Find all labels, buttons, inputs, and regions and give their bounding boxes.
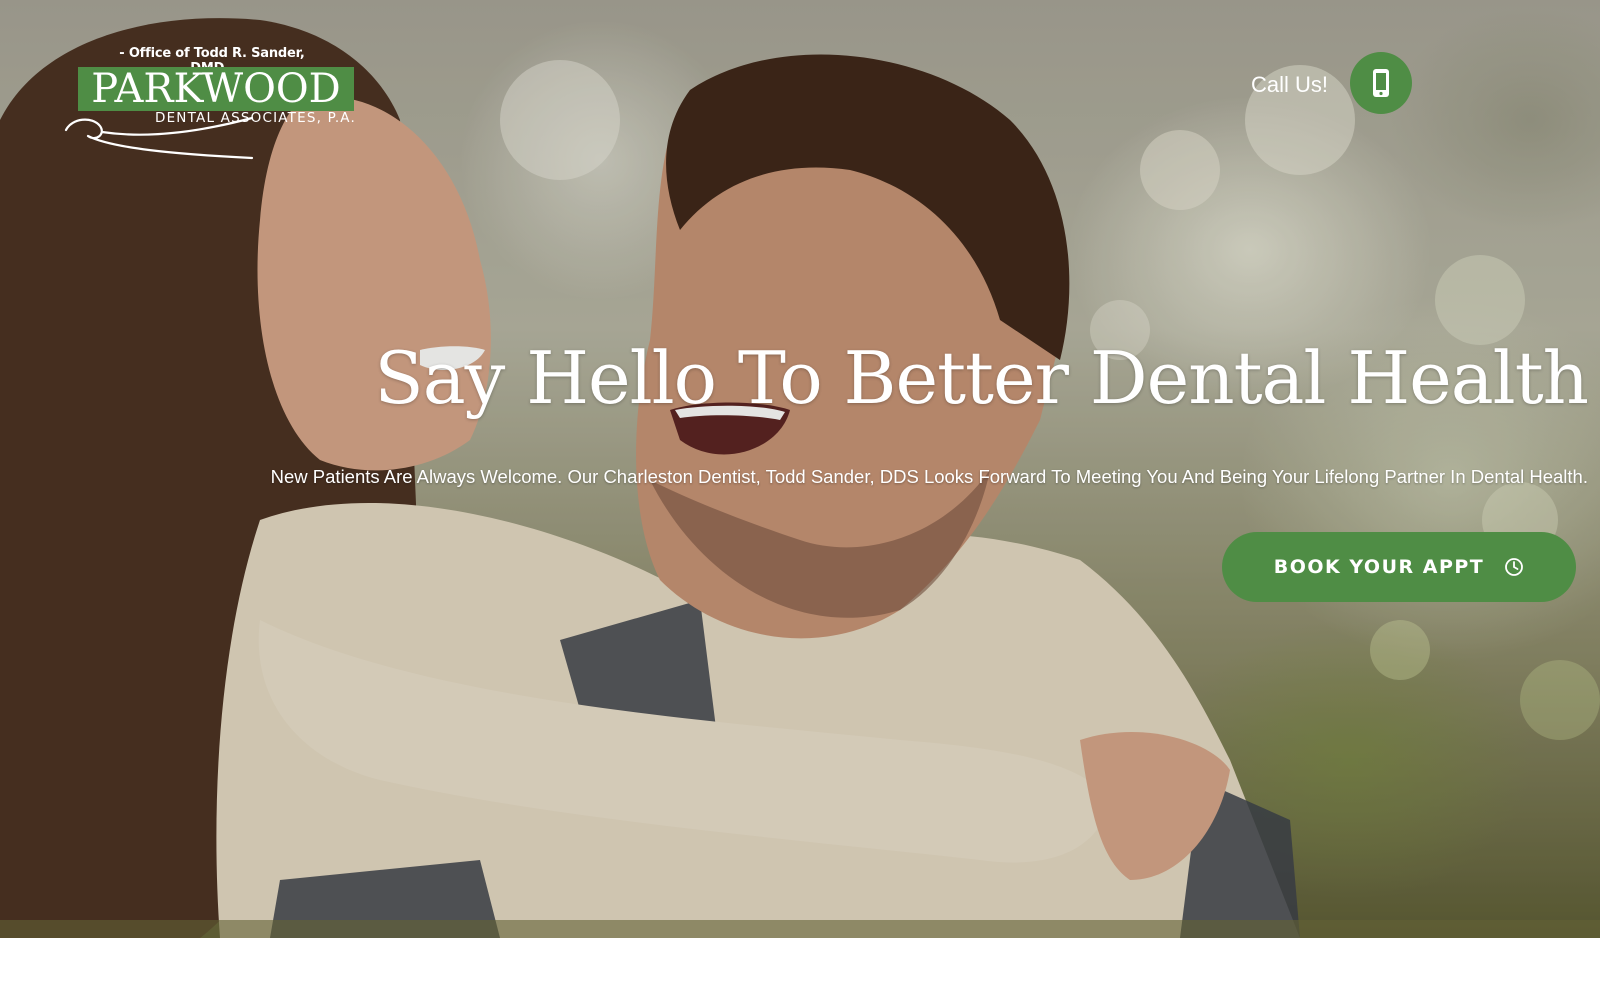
call-us-button[interactable] [1350,52,1412,114]
logo-swash-icon [64,116,254,160]
call-us-label[interactable]: Call Us! [1251,72,1328,98]
mobile-phone-icon [1373,69,1389,97]
hero-section: - Office of Todd R. Sander, DMD - PARKWO… [0,0,1600,938]
book-appointment-button[interactable]: BOOK YOUR APPT [1222,532,1576,602]
site-logo[interactable]: - Office of Todd R. Sander, DMD - PARKWO… [62,46,362,166]
logo-name: PARKWOOD [91,66,341,112]
hero-subheadline: New Patients Are Always Welcome. Our Cha… [270,466,1588,487]
clock-icon [1505,558,1524,576]
book-appointment-label: BOOK YOUR APPT [1273,556,1485,578]
hero-headline: Say Hello To Better Dental Health [374,336,1589,420]
